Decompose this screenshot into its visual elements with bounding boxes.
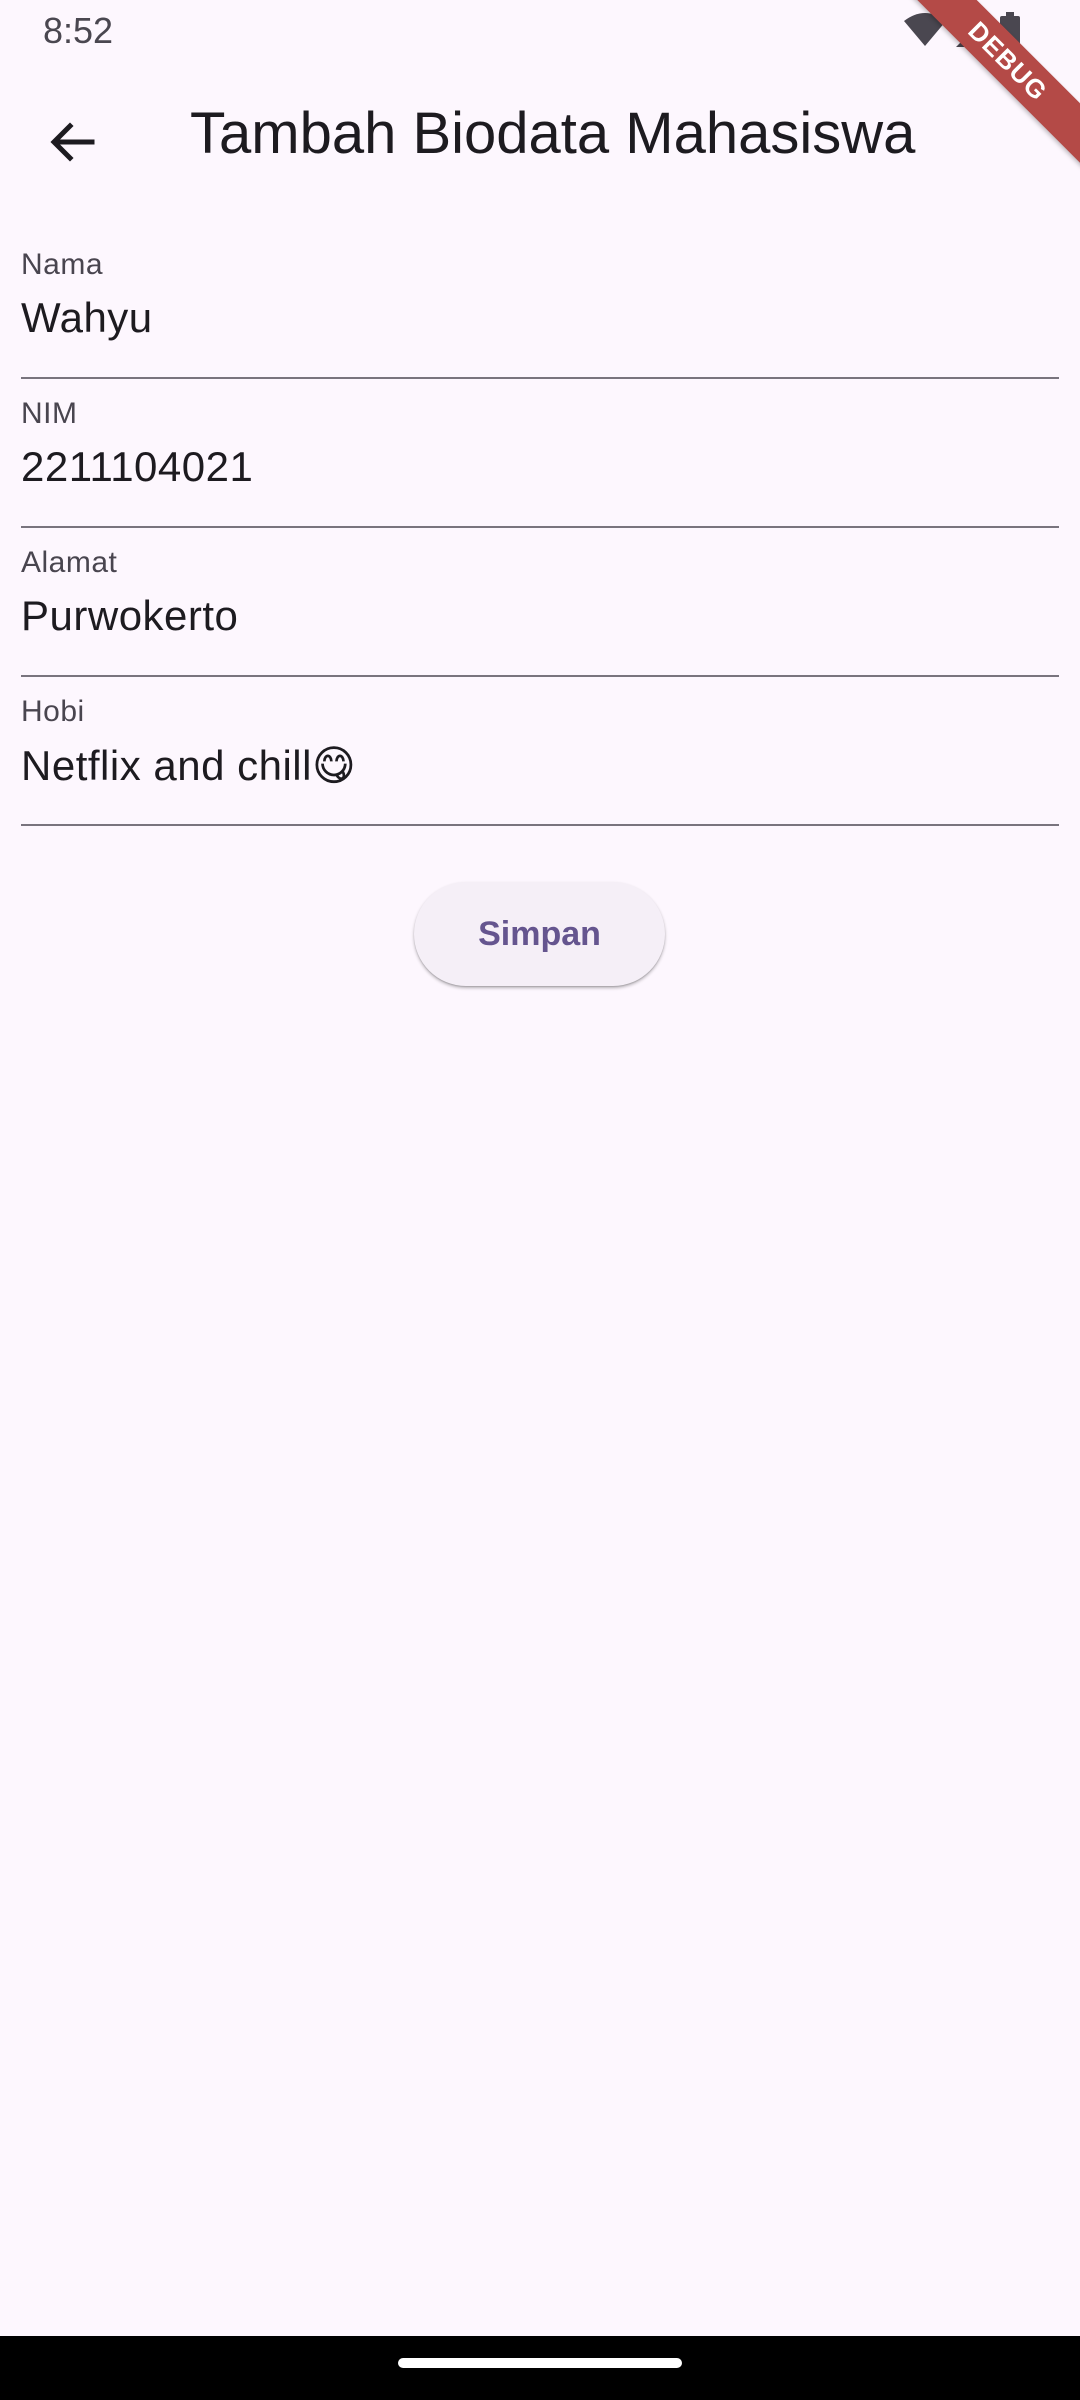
- alamat-field[interactable]: Alamat Purwokerto: [21, 528, 1059, 677]
- biodata-form: Nama Wahyu NIM 2211104021 Alamat Purwoke…: [21, 230, 1059, 826]
- hobi-label: Hobi: [21, 695, 85, 728]
- nim-field[interactable]: NIM 2211104021: [21, 379, 1059, 528]
- hobi-field[interactable]: Hobi Netflix and chill😋: [21, 677, 1059, 826]
- nama-field[interactable]: Nama Wahyu: [21, 230, 1059, 379]
- alamat-input[interactable]: Purwokerto: [21, 592, 238, 640]
- arrow-back-icon: [48, 118, 96, 171]
- system-navigation-bar: [0, 2336, 1080, 2400]
- home-indicator[interactable]: [398, 2358, 682, 2368]
- alamat-label: Alamat: [21, 546, 118, 579]
- save-button-label: Simpan: [478, 914, 601, 953]
- status-time: 8:52: [43, 10, 114, 51]
- save-button[interactable]: Simpan: [414, 882, 665, 986]
- nim-label: NIM: [21, 397, 78, 430]
- hobi-input[interactable]: Netflix and chill😋: [21, 741, 356, 790]
- nama-label: Nama: [21, 248, 104, 281]
- nama-input[interactable]: Wahyu: [21, 294, 153, 342]
- status-bar: 8:52: [0, 0, 1080, 62]
- page-title: Tambah Biodata Mahasiswa: [190, 101, 916, 166]
- app-bar: Tambah Biodata Mahasiswa: [0, 62, 1080, 210]
- nim-input[interactable]: 2211104021: [21, 443, 253, 491]
- back-button[interactable]: [24, 96, 120, 192]
- app-screen: 8:52 DEBUG Tambah Biodata Mahasiswa Nama…: [0, 0, 1080, 2400]
